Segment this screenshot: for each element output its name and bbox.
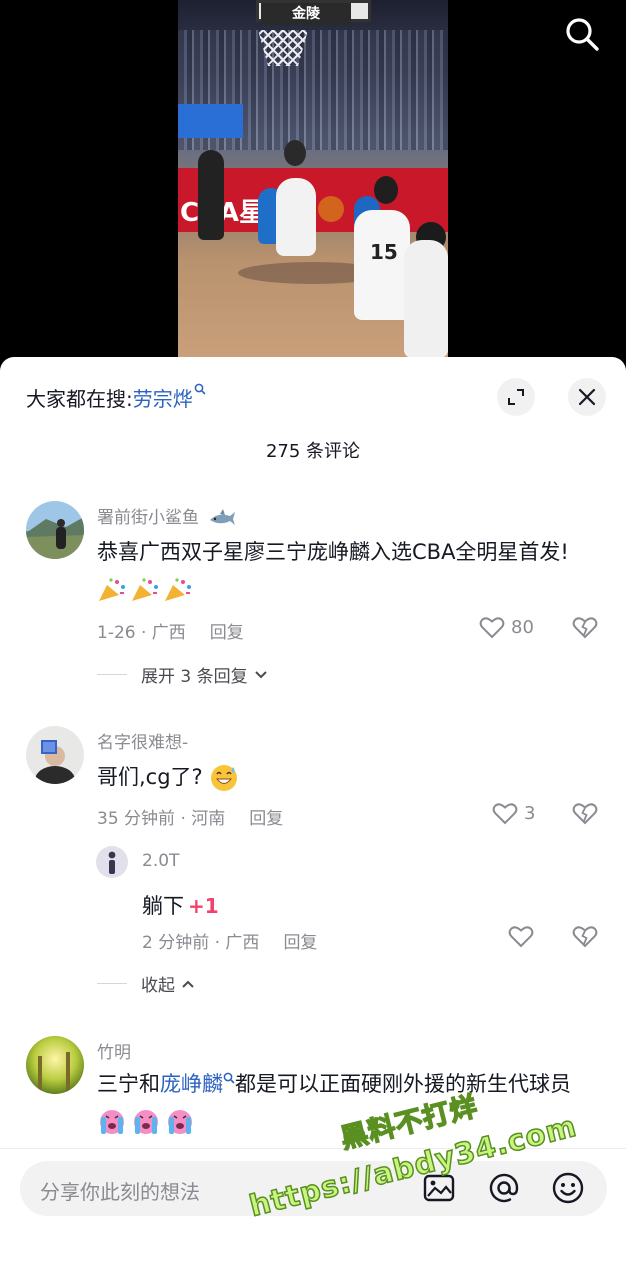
- comment-username[interactable]: 竹明: [97, 1038, 131, 1063]
- player-white: [276, 178, 316, 256]
- basketball: [318, 196, 344, 222]
- keyword-link[interactable]: 庞峥麟: [160, 1072, 223, 1096]
- comment-meta: 1-26 · 广西 回复: [97, 623, 244, 643]
- shark-icon: [210, 509, 236, 525]
- reply-username[interactable]: 2.0T: [142, 851, 179, 871]
- jersey-number: 15: [370, 240, 398, 264]
- comment-input-placeholder: 分享你此刻的想法: [40, 1180, 200, 1204]
- collapse-replies-button[interactable]: 收起: [97, 971, 195, 996]
- comment-text: 三宁和庞峥麟 都是可以正面硬刚外援的新生代球员: [97, 1066, 602, 1140]
- comment-count-title: 275 条评论: [265, 441, 361, 462]
- mention-button[interactable]: [485, 1169, 523, 1207]
- emoji-button[interactable]: [549, 1169, 587, 1207]
- trending-keyword[interactable]: 劳宗烨: [133, 387, 193, 411]
- comment-panel: 大家都在搜:劳宗烨 275 条评论 署前街小鲨鱼 恭喜广西双子星廖三宁庞峥麟入选…: [0, 357, 626, 1280]
- video-frame[interactable]: 金陵 CBA星 15: [178, 0, 448, 358]
- party-popper-icon: [132, 578, 158, 601]
- video-player[interactable]: 金陵 CBA星 15: [0, 0, 626, 372]
- comment-username[interactable]: 署前街小鲨鱼: [97, 503, 236, 528]
- player-white: [404, 240, 448, 358]
- search-button[interactable]: [560, 12, 604, 56]
- player-head: [374, 176, 398, 204]
- close-button[interactable]: [568, 378, 606, 416]
- player-white: [354, 210, 410, 320]
- backboard: 金陵: [256, 0, 371, 25]
- trending-prefix: 大家都在搜:: [26, 387, 133, 411]
- search-icon: [566, 18, 599, 51]
- heart-icon: [508, 926, 534, 948]
- avatar-image: [26, 501, 84, 559]
- comment-input-bar: 分享你此刻的想法: [0, 1148, 626, 1280]
- like-count: 3: [524, 802, 536, 824]
- dislike-button[interactable]: [572, 924, 598, 952]
- referee: [198, 150, 224, 240]
- comment-username[interactable]: 名字很难想-: [97, 728, 188, 753]
- broken-heart-icon: [572, 617, 598, 639]
- avatar-image: [26, 726, 84, 784]
- image-icon: [423, 1174, 455, 1202]
- like-button[interactable]: 3: [492, 801, 535, 825]
- avatar[interactable]: [26, 1036, 84, 1094]
- plus-one-badge: +1: [188, 894, 219, 918]
- like-button[interactable]: [508, 924, 540, 948]
- reply-button[interactable]: 回复: [249, 809, 283, 829]
- reply-button[interactable]: 回复: [210, 623, 244, 643]
- party-popper-icon: [99, 578, 125, 601]
- avatar[interactable]: [26, 726, 84, 784]
- party-popper-icon: [165, 578, 191, 601]
- reply-text: 躺下 +1: [142, 894, 219, 918]
- emoji-icon: [552, 1172, 584, 1204]
- chevron-down-icon: [254, 670, 267, 678]
- like-count: 80: [511, 616, 534, 638]
- reply-button[interactable]: 回复: [283, 933, 317, 953]
- expand-icon: [508, 389, 524, 405]
- comment-text: 哥们,cg了?: [97, 759, 602, 796]
- avatar-image: [96, 846, 128, 878]
- sponsor-text: 金陵: [261, 3, 351, 25]
- heart-icon: [479, 617, 505, 639]
- crying-icon: [168, 1110, 192, 1134]
- dislike-button[interactable]: [572, 801, 598, 829]
- comment-text: 恭喜广西双子星廖三宁庞峥麟入选CBA全明星首发!: [97, 534, 602, 608]
- reply-avatar[interactable]: [96, 846, 128, 878]
- arena-banner: [178, 104, 243, 138]
- broken-heart-icon: [572, 803, 598, 825]
- fullscreen-button[interactable]: [497, 378, 535, 416]
- search-small-icon: [223, 1072, 235, 1084]
- crying-icon: [100, 1110, 124, 1134]
- heart-icon: [492, 803, 518, 825]
- expand-replies-button[interactable]: 展开 3 条回复: [97, 662, 268, 687]
- divider: [97, 983, 127, 984]
- trending-search[interactable]: 大家都在搜:劳宗烨: [26, 383, 206, 412]
- player-head: [284, 140, 306, 166]
- dislike-button[interactable]: [572, 615, 598, 643]
- comment-meta: 35 分钟前 · 河南 回复: [97, 809, 284, 829]
- reply-meta: 2 分钟前 · 广西 回复: [142, 933, 318, 953]
- broken-heart-icon: [572, 926, 598, 948]
- like-button[interactable]: 80: [479, 615, 534, 639]
- search-small-icon: [194, 383, 206, 395]
- grinning-sweat-icon: [210, 765, 237, 791]
- chevron-up-icon: [182, 980, 194, 988]
- avatar-image: [26, 1036, 84, 1094]
- crying-icon: [134, 1110, 158, 1134]
- close-icon: [578, 388, 596, 406]
- at-icon: [489, 1173, 519, 1203]
- image-button[interactable]: [420, 1169, 458, 1207]
- divider: [97, 674, 127, 675]
- avatar[interactable]: [26, 501, 84, 559]
